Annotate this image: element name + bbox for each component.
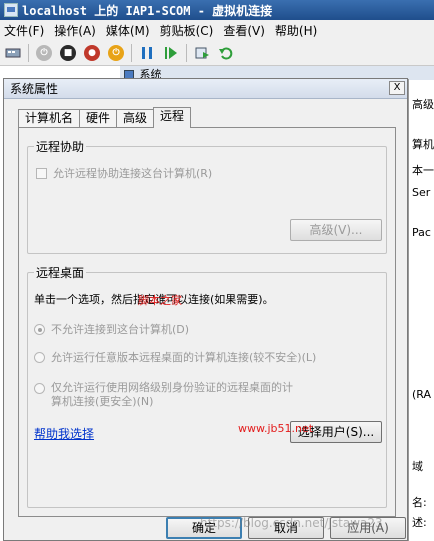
background-text-fragment: 域: [412, 460, 423, 473]
option-nla-row[interactable]: 仅允许运行使用网络级别身份验证的远程桌面的计 算机连接(更安全)(N): [34, 381, 293, 409]
resume-icon[interactable]: [162, 44, 180, 62]
background-text-fragment: (RA: [412, 388, 432, 401]
option-deny-radio[interactable]: [34, 323, 45, 335]
allow-remote-assistance-row[interactable]: 允许远程协助连接这台计算机(R): [36, 165, 212, 181]
menu-action[interactable]: 操作(A): [54, 22, 96, 39]
background-text-fragment: Ser: [412, 186, 431, 199]
turn-off-icon[interactable]: ■: [59, 44, 77, 62]
tab-computer-name[interactable]: 计算机名: [18, 109, 81, 127]
dialog-title-bar: 系统属性 X: [4, 79, 407, 99]
toolbar-separator: [131, 43, 132, 62]
remote-desktop-title: 远程桌面: [34, 264, 87, 281]
vm-menu-bar: 文件(F) 操作(A) 媒体(M) 剪贴板(C) 查看(V) 帮助(H): [0, 20, 434, 40]
toolbar-separator: [186, 43, 187, 62]
background-text-fragment: 本一: [412, 164, 434, 177]
close-icon[interactable]: X: [389, 81, 405, 95]
remote-tab-panel: 远程协助 允许远程协助连接这台计算机(R) 高级(V)... 远程桌面 单击一个…: [18, 127, 396, 517]
remote-assistance-group: 远程协助 允许远程协助连接这台计算机(R) 高级(V)...: [27, 138, 387, 254]
power-icon[interactable]: ⏻: [107, 44, 125, 62]
help-me-choose-link[interactable]: 帮助我选择: [34, 425, 94, 442]
menu-media[interactable]: 媒体(M): [106, 22, 150, 39]
start-icon[interactable]: ⏻: [35, 44, 53, 62]
menu-view[interactable]: 查看(V): [223, 22, 265, 39]
option-nla-label: 仅允许运行使用网络级别身份验证的远程桌面的计 算机连接(更安全)(N): [51, 381, 293, 408]
pause-icon[interactable]: [138, 44, 156, 62]
menu-file[interactable]: 文件(F): [4, 22, 44, 39]
remote-assistance-title: 远程协助: [34, 138, 87, 155]
tab-hardware[interactable]: 硬件: [79, 109, 118, 127]
allow-remote-assistance-label: 允许远程协助连接这台计算机(R): [53, 167, 213, 180]
allow-remote-assistance-checkbox[interactable]: [36, 167, 47, 179]
tab-remote[interactable]: 远程: [153, 107, 192, 128]
vm-title-bar: localhost 上的 IAP1-SCOM - 虚拟机连接: [0, 0, 434, 20]
background-text-fragment: 述:: [412, 516, 427, 529]
advanced-button[interactable]: 高级(V)...: [290, 219, 382, 241]
system-properties-dialog: 系统属性 X 计算机名 硬件 高级 远程 远程协助 允许远程协助连接这台计算机(…: [3, 78, 408, 541]
vm-window-title: localhost 上的 IAP1-SCOM - 虚拟机连接: [22, 3, 273, 18]
ctrl-alt-del-icon[interactable]: [4, 44, 22, 62]
option-any-version-label: 允许运行任意版本远程桌面的计算机连接(较不安全)(L): [51, 351, 317, 364]
background-text-fragment: 名:: [412, 496, 427, 509]
option-nla-radio[interactable]: [34, 383, 45, 394]
background-text-fragment: Pac: [412, 226, 431, 239]
vm-toolbar: ⏻ ■ ● ⏻: [0, 40, 434, 66]
watermark-red-url: www.jb51.net: [238, 422, 314, 435]
option-deny-label: 不允许连接到这台计算机(D): [51, 323, 190, 336]
option-any-version-row[interactable]: 允许运行任意版本远程桌面的计算机连接(较不安全)(L): [34, 349, 316, 365]
vm-app-icon: [4, 3, 18, 17]
background-text-fragment: 高级: [412, 98, 434, 111]
menu-help[interactable]: 帮助(H): [275, 22, 317, 39]
background-text-fragment: 算机: [412, 138, 434, 151]
dialog-title: 系统属性: [10, 82, 59, 96]
toolbar-separator: [28, 43, 29, 62]
option-deny-row[interactable]: 不允许连接到这台计算机(D): [34, 321, 189, 337]
snapshot-icon[interactable]: [193, 44, 211, 62]
remote-desktop-group: 远程桌面 单击一个选项，然后指定谁可以连接(如果需要)。 不允许连接到这台计算机…: [27, 264, 387, 508]
watermark-red-overlay: 脚本之家: [138, 294, 182, 307]
watermark-gray: https://blog.csdn.net/Jstawa23: [200, 516, 383, 530]
shutdown-icon[interactable]: ●: [83, 44, 101, 62]
revert-icon[interactable]: [217, 44, 235, 62]
tab-advanced[interactable]: 高级: [116, 109, 155, 127]
option-any-version-radio[interactable]: [34, 351, 45, 363]
tab-strip: 计算机名 硬件 高级 远程: [18, 107, 192, 128]
menu-clipboard[interactable]: 剪贴板(C): [160, 22, 214, 39]
